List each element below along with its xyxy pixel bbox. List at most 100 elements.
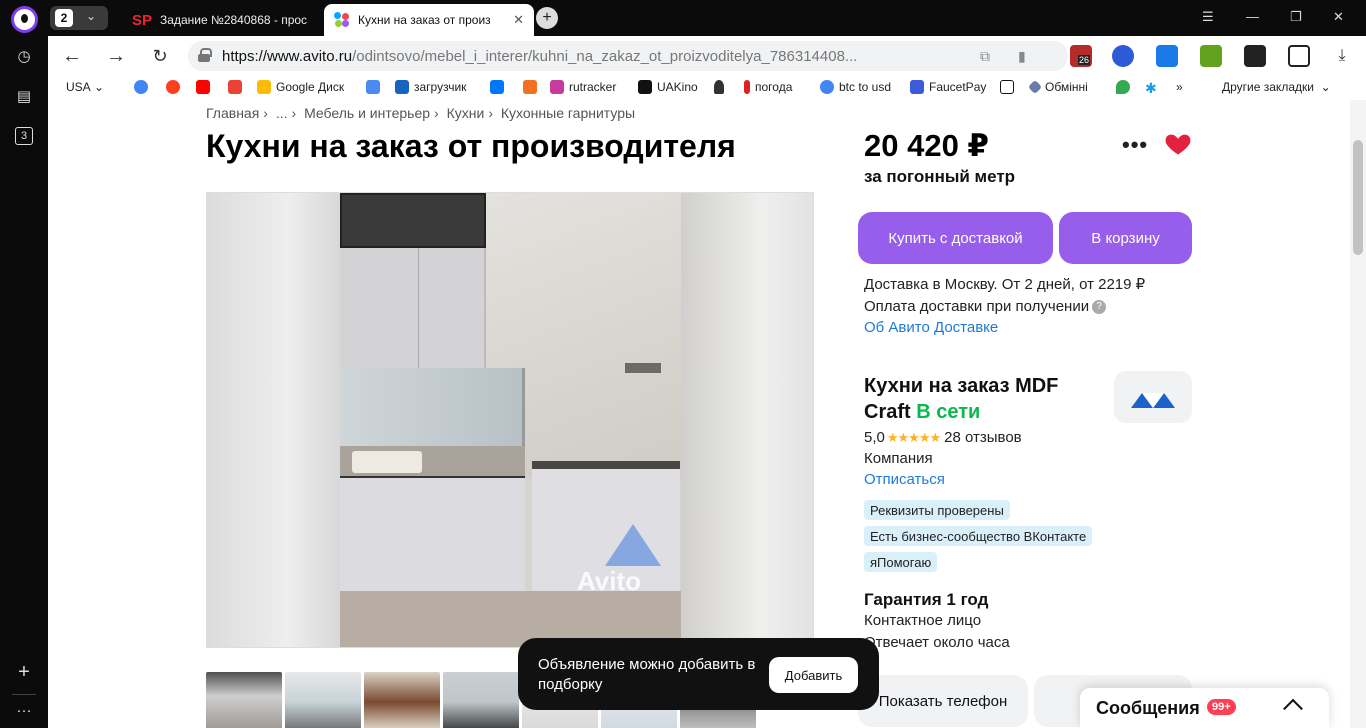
more-options-icon[interactable]: ••• [1122, 132, 1148, 158]
youtube-icon[interactable] [196, 80, 215, 94]
bookmark-faucetpay[interactable]: FaucetPay [910, 80, 986, 94]
restore-icon[interactable]: ❐ [1290, 9, 1302, 25]
bookmark-usa[interactable]: USA ⌄ [66, 80, 104, 94]
avito-watermark: Avito [577, 524, 661, 597]
bc-icon[interactable] [1000, 80, 1019, 94]
messages-label: Сообщения [1096, 698, 1200, 718]
bookmark-weather[interactable]: погода [744, 80, 792, 94]
unsubscribe-link[interactable]: Отписаться [864, 471, 945, 488]
browser-vertical-sidebar: ◷ ▤ 3 + ··· [0, 0, 48, 728]
heart-icon[interactable] [1164, 130, 1192, 158]
profile-avatar[interactable] [11, 6, 38, 33]
bookmark-downloader[interactable]: загрузчик [395, 80, 466, 94]
bookmark-exchange[interactable]: Обмінні [1027, 79, 1088, 95]
breadcrumb-furniture[interactable]: Мебель и интерьер [304, 105, 430, 121]
menu-icon[interactable]: ☰ [1202, 9, 1214, 25]
feedly-icon[interactable] [523, 80, 542, 94]
downloads-icon[interactable]: ⤓ [1330, 44, 1354, 68]
bookmark-btc[interactable]: btc to usd [820, 80, 891, 94]
breadcrumb-kitchen-sets[interactable]: Кухонные гарнитуры [501, 105, 635, 121]
url-path: /odintsovo/mebel_i_interer/kuhni_na_zaka… [352, 48, 858, 65]
bookmark-icon[interactable]: ▮ [1018, 48, 1026, 65]
forward-icon[interactable]: → [104, 44, 128, 68]
minimize-icon[interactable]: — [1246, 9, 1259, 24]
close-icon[interactable]: ✕ [513, 12, 524, 28]
seller-rating[interactable]: 5,0 ★★★★★ 28 отзывов [864, 429, 1022, 446]
bookmark-google-drive[interactable]: Google Диск [257, 80, 344, 94]
reviews-count: 28 отзывов [944, 429, 1022, 446]
messages-widget[interactable]: Сообщения 99+ [1080, 688, 1329, 728]
add-icon[interactable]: + [12, 660, 36, 684]
page-scrollbar[interactable] [1350, 100, 1366, 728]
loop-icon [395, 80, 409, 94]
new-tab-button[interactable]: + [536, 7, 558, 29]
lock-icon [198, 48, 212, 62]
thumbnail[interactable] [206, 672, 282, 728]
delivery-link[interactable]: Об Авито Доставке [864, 319, 998, 336]
more-bookmarks-icon[interactable]: » [1176, 80, 1183, 94]
bypass-extension-icon[interactable] [1244, 45, 1266, 67]
calendar-extension-icon[interactable]: 26 [1070, 45, 1092, 67]
close-window-icon[interactable]: ✕ [1333, 9, 1344, 25]
contact-person: Контактное лицо [864, 612, 982, 629]
page-title: Кухни на заказ от производителя [206, 128, 736, 164]
breadcrumb-kitchens[interactable]: Кухни [447, 105, 485, 121]
thumbnail[interactable] [443, 672, 519, 728]
seller-logo-icon [1131, 393, 1175, 408]
bookmark-label: Другие закладки [1222, 80, 1314, 94]
other-bookmarks[interactable]: Другие закладки ⌄ [1222, 80, 1331, 94]
chevron-up-icon[interactable] [1283, 698, 1303, 719]
sparkle-icon[interactable]: ✱ [1145, 80, 1157, 97]
chevron-down-icon: ⌄ [86, 9, 97, 23]
download-extension-icon[interactable] [1156, 45, 1178, 67]
history-icon[interactable]: ◷ [12, 44, 36, 68]
badge-yapomogayu: яПомогаю [864, 552, 938, 572]
vk-icon[interactable] [490, 80, 509, 94]
bookmark-uakino[interactable]: UAKino [638, 80, 698, 94]
thumbnail[interactable] [364, 672, 440, 728]
url-text[interactable]: https://www.avito.ru/odintsovo/mebel_i_i… [222, 48, 912, 65]
tab-count-button[interactable]: 2 ⌄ [50, 6, 108, 30]
collections-icon[interactable]: ▤ [12, 84, 36, 108]
address-bar[interactable]: https://www.avito.ru/odintsovo/mebel_i_i… [188, 41, 1068, 71]
yandex-icon[interactable] [166, 80, 185, 94]
faucetpay-icon [910, 80, 924, 94]
photo-blur-left [207, 193, 340, 647]
tab-avito[interactable]: Кухни на заказ от произ ✕ [324, 4, 534, 36]
bookmark-label: UAKino [657, 80, 698, 94]
more-icon[interactable]: ··· [12, 698, 36, 722]
watermark-text: Avito [577, 566, 642, 596]
seller-logo[interactable] [1114, 371, 1192, 423]
bookmark-label: USA [66, 80, 91, 94]
back-icon[interactable]: ← [60, 44, 84, 68]
maps-icon[interactable] [1116, 80, 1135, 94]
breadcrumb-ellipsis[interactable]: ... [276, 105, 288, 121]
google-icon[interactable] [134, 80, 153, 94]
breadcrumb-home[interactable]: Главная [206, 105, 259, 121]
gmail-icon[interactable] [228, 80, 247, 94]
toast-add-button[interactable]: Добавить [769, 657, 858, 693]
save-extension-icon[interactable] [1200, 45, 1222, 67]
tab-groups-icon[interactable]: 3 [15, 127, 33, 145]
avito-favicon-icon [334, 12, 350, 28]
translate-icon[interactable]: ⧉ [980, 48, 990, 65]
tabs-extension-icon[interactable] [1288, 45, 1310, 67]
chess-icon[interactable] [714, 80, 729, 94]
badge-vk-community: Есть бизнес-сообщество ВКонтакте [864, 526, 1093, 546]
vpn-extension-icon[interactable] [1112, 45, 1134, 67]
main-photo[interactable]: Avito [206, 192, 814, 648]
translate-bookmark-icon[interactable] [366, 80, 385, 94]
tab-task[interactable]: SP Задание №2840868 - прос [122, 4, 322, 36]
price-unit: за погонный метр [864, 167, 1016, 186]
add-to-cart-button[interactable]: В корзину [1059, 212, 1192, 264]
toast-text: Объявление можно добавить в подборку [538, 656, 756, 693]
seller-name[interactable]: Кухни на заказ MDF Craft В сети [864, 373, 1094, 425]
scrollbar-thumb[interactable] [1353, 140, 1363, 255]
bookmark-rutracker[interactable]: rutracker [550, 80, 616, 94]
thumbnail[interactable] [285, 672, 361, 728]
buy-with-delivery-button[interactable]: Купить с доставкой [858, 212, 1053, 264]
reload-icon[interactable]: ↻ [148, 44, 172, 68]
help-icon[interactable]: ? [1092, 300, 1107, 315]
show-phone-button[interactable]: Показать телефон [858, 675, 1028, 727]
address-toolbar: ← → ↻ https://www.avito.ru/odintsovo/meb… [48, 36, 1366, 76]
